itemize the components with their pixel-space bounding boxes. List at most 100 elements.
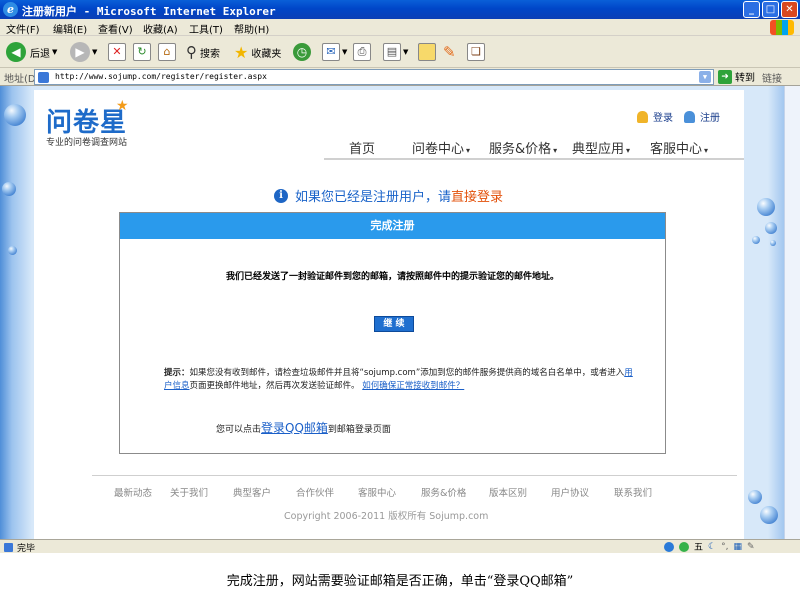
nav-support-label: 客服中心 (650, 142, 703, 157)
email-help-link[interactable]: 如何确保正常接收到邮件？ (362, 381, 464, 391)
history-icon: ◷ (293, 43, 311, 61)
menu-view[interactable]: 查看(V) (98, 21, 133, 36)
user-add-icon (684, 110, 695, 123)
back-label: 后退 (30, 48, 50, 60)
search-button[interactable]: ⚲ 搜索 (186, 41, 220, 63)
research-icon: ❏ (467, 43, 485, 61)
go-arrow-icon: ➜ (718, 69, 732, 84)
register-link[interactable]: 注册 (684, 109, 720, 124)
address-input[interactable]: http://www.sojump.com/register/register.… (34, 69, 714, 85)
nav-typical-apps-label: 典型应用 (572, 142, 625, 157)
home-button[interactable]: ⌂ (158, 41, 176, 63)
back-arrow-icon: ◀ (6, 42, 26, 62)
favorites-label: 收藏夹 (251, 48, 282, 60)
research-button[interactable]: ❏ (467, 41, 485, 63)
footer-link-about[interactable]: 关于我们 (170, 485, 208, 499)
edit-button[interactable]: ▤ ▼ (383, 41, 408, 63)
discuss-button[interactable] (418, 41, 436, 63)
refresh-icon: ↻ (133, 43, 151, 61)
bubble-decoration (760, 506, 778, 524)
ime-s-icon[interactable] (679, 541, 689, 552)
footer-link-agreement[interactable]: 用户协议 (551, 485, 589, 499)
network-icon[interactable] (664, 541, 674, 552)
footer-link-news[interactable]: 最新动态 (114, 485, 152, 499)
punctuation-icon[interactable]: °, (721, 542, 728, 552)
footer-link-customers[interactable]: 典型客户 (233, 485, 271, 499)
maximize-button[interactable]: □ (762, 1, 779, 18)
tip-part2: 页面更换邮件地址，然后再次发送验证邮件。 (189, 381, 360, 391)
footer-link-contact[interactable]: 联系我们 (614, 485, 652, 499)
messenger-button[interactable]: ✎ (443, 41, 456, 63)
system-tray: 五 ☾ °, ▦ ✎ (664, 540, 800, 553)
refresh-button[interactable]: ↻ (133, 41, 151, 63)
status-text: 完毕 (17, 544, 36, 554)
window-titlebar: e 注册新用户 - Microsoft Internet Explorer _ … (0, 0, 800, 19)
favorites-button[interactable]: ★ 收藏夹 (234, 41, 281, 63)
qq-suffix: 到邮箱登录页面 (327, 425, 391, 435)
tip-part1: 如果您没有收到邮件，请检查垃圾邮件并且将“sojump.com”添加到您的邮件服… (189, 368, 625, 378)
keyboard-icon[interactable]: ▦ (733, 542, 742, 552)
nav-survey-center-label: 问卷中心 (412, 142, 465, 157)
site-logo[interactable]: 问卷星 (46, 102, 127, 139)
status-bar: 完毕 五 ☾ °, ▦ ✎ (0, 539, 800, 554)
stop-button[interactable]: ✕ (108, 41, 126, 63)
bubble-decoration (770, 240, 776, 246)
nav-survey-center[interactable]: 问卷中心 ▾ (412, 138, 470, 157)
qq-mail-login-link[interactable]: 登录QQ邮箱 (261, 421, 328, 435)
menu-edit[interactable]: 编辑(E) (53, 21, 87, 36)
settings-icon[interactable]: ✎ (747, 542, 755, 552)
user-icon (637, 110, 648, 123)
menu-help[interactable]: 帮助(H) (234, 21, 269, 36)
nav-support[interactable]: 客服中心 ▾ (650, 138, 708, 157)
printer-icon: ⎙ (353, 43, 371, 61)
search-icon: ⚲ (186, 43, 197, 61)
footer-link-pricing[interactable]: 服务&价格 (421, 485, 466, 499)
tip-lead: 提示： (164, 368, 190, 378)
go-button[interactable]: ➜ 转到 (718, 69, 755, 84)
menu-tools[interactable]: 工具(T) (189, 21, 223, 36)
bubble-decoration (8, 246, 17, 255)
close-button[interactable]: ✕ (781, 1, 798, 18)
registration-complete-panel: 完成注册 我们已经发送了一封验证邮件到您的邮箱，请按照邮件中的提示验证您的邮件地… (119, 212, 666, 454)
qq-prefix: 您可以点击 (216, 425, 262, 435)
chevron-down-icon: ▼ (342, 48, 348, 56)
login-notice: i 如果您已经是注册用户，请 直接登录 (274, 186, 503, 205)
chevron-down-icon: ▾ (553, 146, 558, 155)
nav-home[interactable]: 首页 (349, 138, 375, 157)
links-button[interactable]: 链接 (762, 70, 782, 85)
menu-bar: 文件(F) 编辑(E) 查看(V) 收藏(A) 工具(T) 帮助(H) (0, 19, 800, 36)
status-done: 完毕 (4, 541, 35, 554)
nav-typical-apps[interactable]: 典型应用 ▾ (572, 138, 630, 157)
menu-favorites[interactable]: 收藏(A) (143, 21, 178, 36)
register-label: 注册 (700, 113, 720, 124)
back-button[interactable]: ◀ 后退 ▼ (6, 41, 57, 63)
vertical-scrollbar[interactable] (784, 86, 800, 539)
chevron-down-icon: ▼ (403, 48, 409, 56)
notice-text: 如果您已经是注册用户，请 (295, 190, 452, 205)
minimize-button[interactable]: _ (743, 1, 760, 18)
forward-button[interactable]: ▶ ▼ (70, 41, 97, 63)
mail-button[interactable]: ✉ ▼ (322, 41, 347, 63)
nav-service-price[interactable]: 服务&价格 ▾ (489, 138, 557, 157)
moon-icon[interactable]: ☾ (708, 542, 716, 552)
print-button[interactable]: ⎙ (353, 41, 371, 63)
bubble-decoration (2, 182, 16, 196)
footer-link-versions[interactable]: 版本区别 (489, 485, 527, 499)
continue-button[interactable]: 继 续 (374, 316, 414, 332)
footer-link-partners[interactable]: 合作伙伴 (296, 485, 334, 499)
login-link[interactable]: 登录 (637, 109, 673, 124)
go-label: 转到 (735, 73, 755, 84)
page-icon (4, 543, 13, 552)
direct-login-link[interactable]: 直接登录 (451, 186, 503, 205)
history-button[interactable]: ◷ (293, 41, 311, 63)
windows-logo-icon (770, 20, 794, 35)
chevron-down-icon[interactable]: ▼ (699, 71, 711, 83)
bubble-decoration (748, 490, 762, 504)
messenger-icon: ✎ (443, 43, 456, 61)
home-icon: ⌂ (158, 43, 176, 61)
ime-mode[interactable]: 五 (694, 540, 703, 553)
nav-service-price-label: 服务&价格 (489, 142, 552, 157)
footer-link-support[interactable]: 客服中心 (358, 485, 396, 499)
window-title: 注册新用户 - Microsoft Internet Explorer (22, 5, 276, 18)
menu-file[interactable]: 文件(F) (6, 21, 40, 36)
